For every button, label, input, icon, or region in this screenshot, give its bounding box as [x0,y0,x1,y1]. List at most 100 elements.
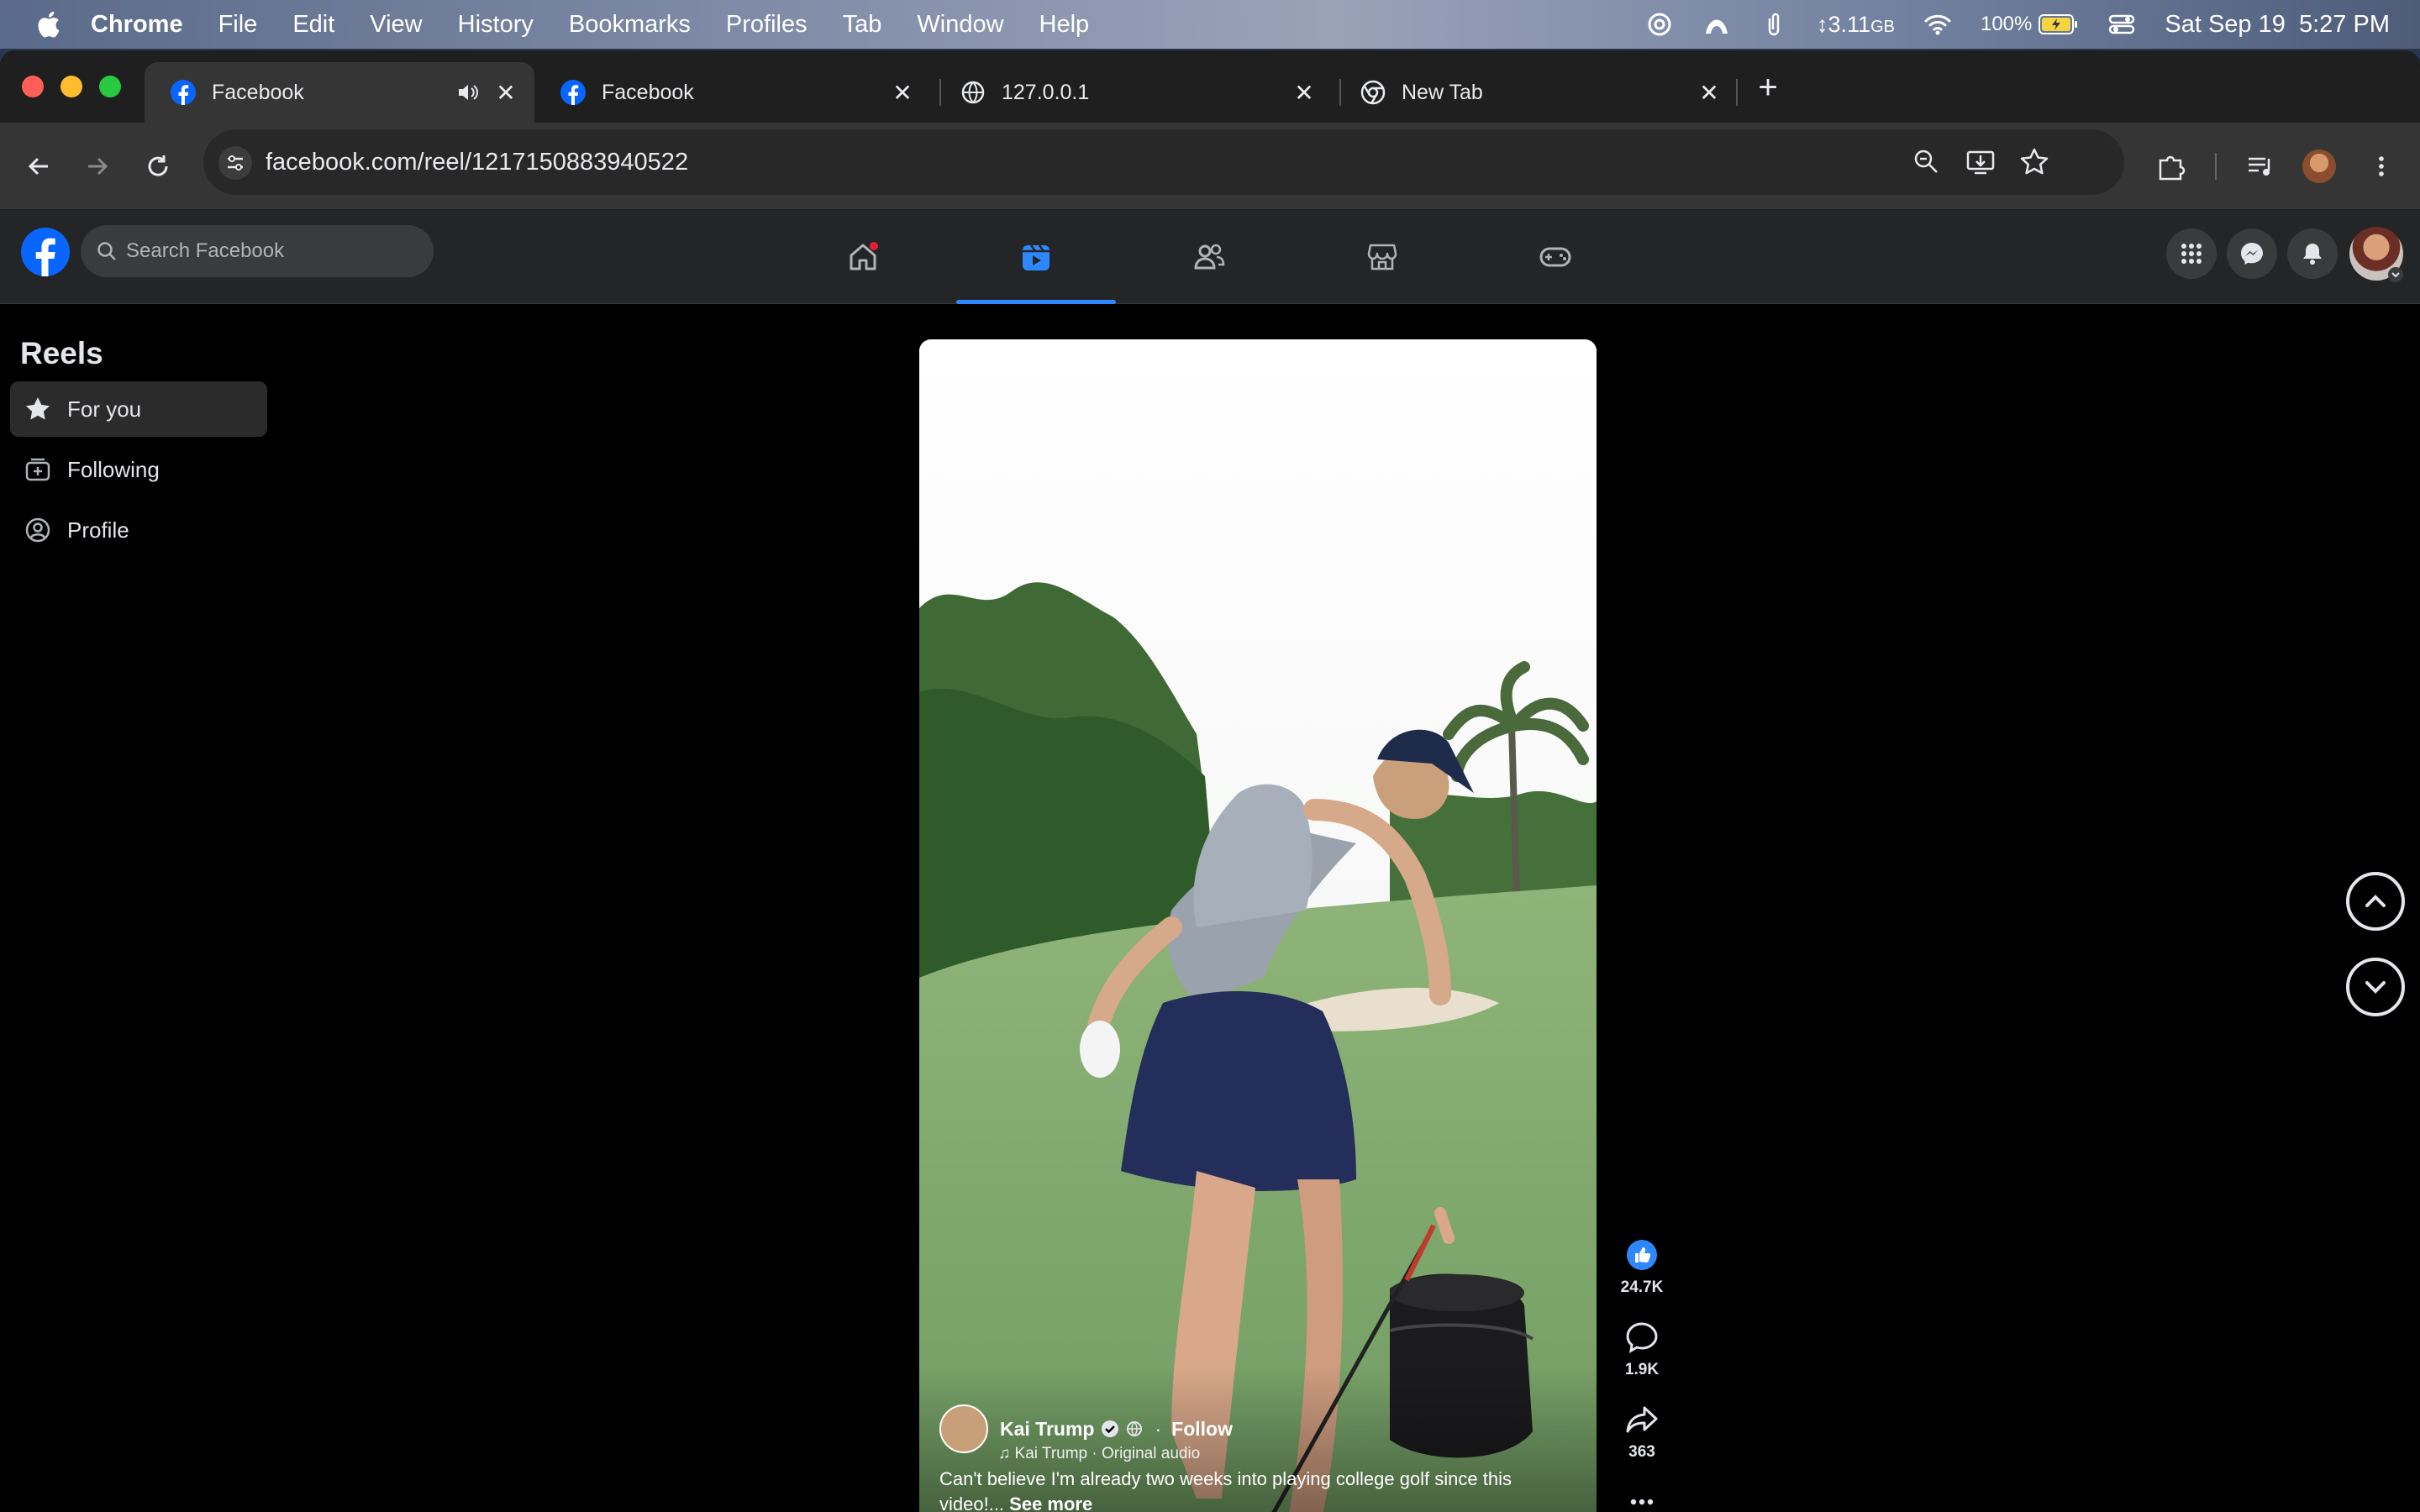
nav-home[interactable] [783,210,943,304]
menu-tab[interactable]: Tab [843,11,882,39]
menu-window[interactable]: Window [917,11,1003,39]
tab-close-button[interactable]: ✕ [886,76,919,109]
nav-reels[interactable] [956,210,1116,304]
audio-label: Kai Trump · Original audio [1014,1445,1201,1462]
chrome-icon [1360,80,1386,105]
tune-icon [228,155,243,171]
wifi-icon[interactable] [1923,10,1952,39]
comment-icon [1626,1322,1658,1353]
star-icon [26,397,50,420]
comment-count: 1.9K [1624,1361,1660,1378]
apple-menu-icon[interactable] [35,10,60,39]
music-note-icon: ♫ [998,1445,1015,1462]
battery-status[interactable]: 100% [1981,13,2079,36]
tab-close-button[interactable]: ✕ [1692,76,1726,109]
like-icon [1627,1240,1657,1270]
friends-icon [1194,244,1225,270]
memory-status[interactable]: ↕3.11GB [1817,12,1895,38]
chatgpt-icon[interactable] [1645,10,1674,39]
grid-menu-icon [2181,244,2202,264]
media-controls-button[interactable] [2240,146,2281,186]
forward-button[interactable] [77,146,118,186]
chevron-down-icon[interactable] [2388,267,2403,282]
notifications-button[interactable] [2287,228,2338,279]
tab-close-button[interactable]: ✕ [489,76,523,109]
arrow-left-icon [28,157,48,176]
share-icon [1626,1406,1658,1433]
menu-app-chrome[interactable]: Chrome [91,11,183,39]
more-options-button[interactable] [1610,1483,1674,1512]
tab-separator [1736,79,1738,106]
site-info-button[interactable] [218,146,252,180]
reel-video[interactable]: Kai Trump · Follow ♫ Kai Trump · Origina… [919,339,1597,1512]
menu-history[interactable]: History [458,11,534,39]
sidebar-item-label: Profile [67,517,129,543]
menu-profiles[interactable]: Profiles [726,11,808,39]
zoom-window-button[interactable] [99,76,121,97]
menu-view[interactable]: View [370,11,422,39]
tab-new-tab[interactable]: New Tab ✕ [1334,62,1738,123]
paperclip-icon[interactable] [1760,10,1788,39]
sidebar-item-for-you[interactable]: For you [10,381,267,437]
reel-audio[interactable]: ♫ Kai Trump · Original audio [998,1445,1200,1463]
menu-button[interactable] [2166,228,2217,279]
tab-facebook[interactable]: Facebook ✕ [534,62,931,123]
tab-facebook-active[interactable]: Facebook ✕ [145,62,534,123]
reload-button[interactable] [138,146,178,186]
back-button[interactable] [18,146,59,186]
profile-avatar [2302,150,2336,183]
close-window-button[interactable] [22,76,44,97]
speaker-icon[interactable] [455,80,481,105]
menu-help[interactable]: Help [1039,11,1090,39]
dot-separator: · [1155,1417,1162,1440]
more-horizontal-icon [1630,1499,1654,1505]
author-name[interactable]: Kai Trump [1000,1418,1094,1441]
arc-icon[interactable] [1702,10,1731,39]
tab-close-button[interactable]: ✕ [1287,76,1321,109]
reel-caption: Can't believe I'm already two weeks into… [939,1467,1561,1512]
globe-public-icon [1127,1421,1143,1436]
menu-edit[interactable]: Edit [292,11,334,39]
nav-gaming[interactable] [1476,210,1635,304]
chevron-up-icon [2365,895,2386,907]
follow-button[interactable]: Follow [1171,1418,1233,1441]
menu-file[interactable]: File [218,11,258,39]
facebook-logo-icon[interactable] [20,227,71,277]
next-reel-button[interactable] [2346,958,2405,1016]
share-action[interactable]: 363 [1610,1401,1674,1462]
memory-value: 3.11 [1828,11,1871,37]
author-avatar[interactable] [939,1404,988,1453]
new-tab-button[interactable]: + [1749,71,1786,108]
nav-friends[interactable] [1129,210,1289,304]
puzzle-icon [2159,155,2186,181]
tab-localhost[interactable]: 127.0.0.1 ✕ [934,62,1333,123]
messenger-button[interactable] [2227,228,2277,279]
profile-button[interactable] [2299,146,2339,186]
facebook-favicon-icon [560,80,586,105]
sidebar-item-following[interactable]: Following [10,442,267,497]
playlist-icon [2249,157,2270,176]
menubar-clock[interactable]: Sat Sep 19 5:27 PM [2165,11,2390,39]
nav-marketplace[interactable] [1302,210,1462,304]
chrome-window: Facebook ✕ Facebook ✕ 127.0.0.1 ✕ New Ta… [0,50,2420,1512]
extensions-button[interactable] [2151,146,2191,186]
battery-percent: 100% [1980,13,2033,35]
zoom-icon[interactable] [1911,146,1943,178]
minimize-window-button[interactable] [60,76,82,97]
comment-action[interactable]: 1.9K [1610,1319,1674,1379]
search-input[interactable] [126,225,420,277]
previous-reel-button[interactable] [2346,872,2405,931]
tab-title: Facebook [602,80,694,104]
control-center-icon[interactable] [2107,10,2136,39]
menu-bookmarks[interactable]: Bookmarks [569,11,691,39]
install-app-icon[interactable] [1965,146,1996,178]
chrome-menu-button[interactable] [2361,146,2402,186]
sidebar-item-profile[interactable]: Profile [10,502,267,558]
facebook-search[interactable] [81,225,434,277]
home-icon [850,242,878,270]
like-action[interactable]: 24.7K [1610,1236,1674,1297]
see-more-link[interactable]: See more [1009,1494,1092,1512]
bookmark-star-icon[interactable] [2018,146,2050,178]
tab-title: Facebook [212,80,304,104]
address-bar[interactable]: facebook.com/reel/1217150883940522 [203,129,2124,195]
